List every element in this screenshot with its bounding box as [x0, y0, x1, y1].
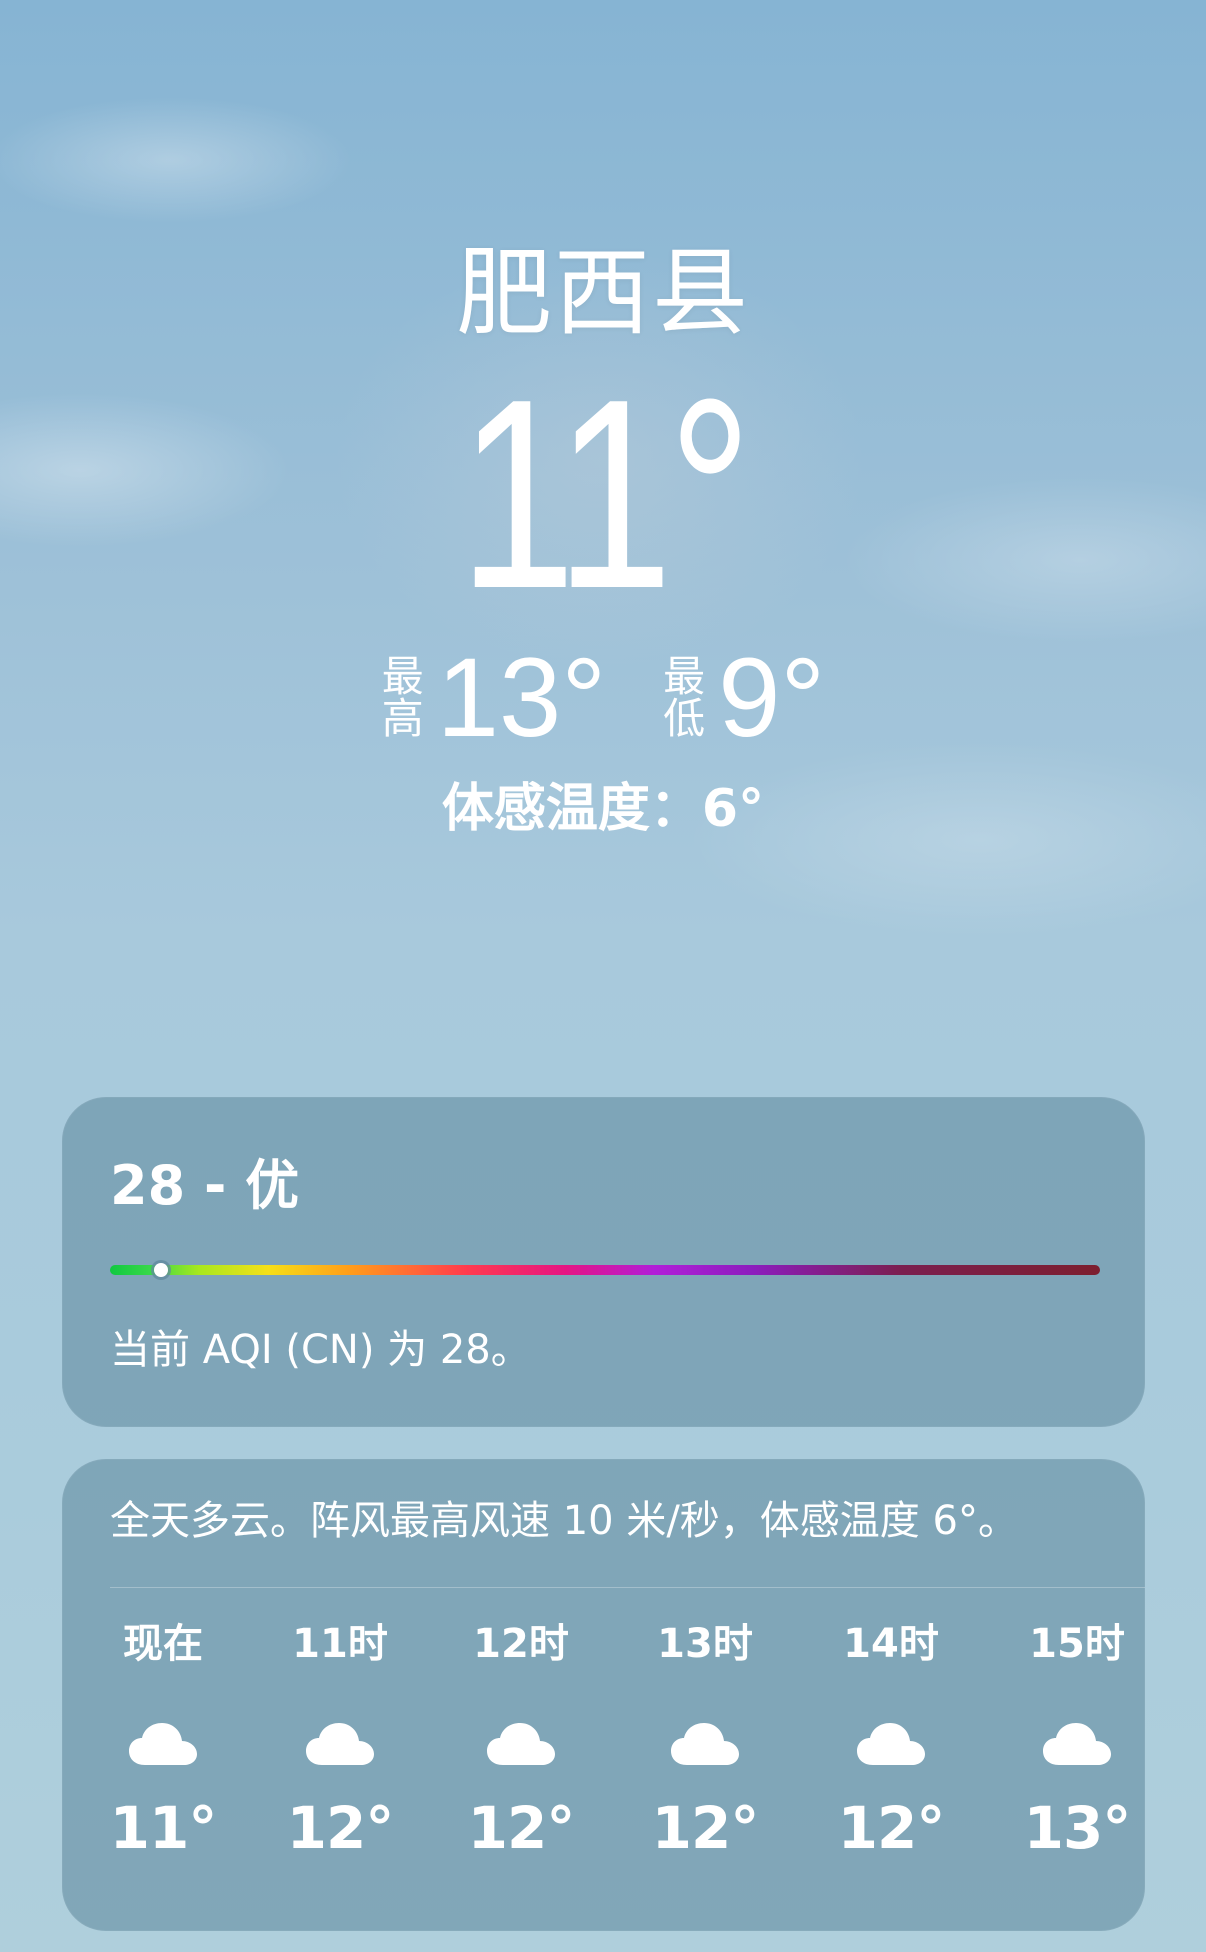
cloud-icon	[129, 1723, 197, 1765]
weather-hero: 肥西县 11° 最高 13° 最低 9° 体感温度：6°	[0, 0, 1206, 880]
low-label: 最低	[663, 651, 706, 743]
hour-item-14[interactable]: 14时 12°	[836, 1619, 946, 1909]
hour-label: 12时	[473, 1621, 569, 1667]
forecast-summary: 全天多云。阵风最高风速 10 米/秒，体感温度 6°。	[110, 1498, 1018, 1544]
aqi-description: 当前 AQI (CN) 为 28。	[110, 1327, 531, 1373]
hourly-forecast-card[interactable]: 全天多云。阵风最高风速 10 米/秒，体感温度 6°。 现在 11° 11时 1…	[62, 1459, 1145, 1931]
high-value: 13°	[436, 634, 607, 760]
aqi-scale-bar	[110, 1263, 1100, 1277]
hour-item-now[interactable]: 现在 11°	[108, 1619, 218, 1909]
low-temperature: 最低 9°	[662, 634, 826, 760]
hour-temperature: 12°	[837, 1794, 946, 1862]
cloud-icon	[857, 1723, 925, 1765]
hour-label: 11时	[292, 1621, 388, 1667]
location-name: 肥西县	[456, 237, 750, 349]
hour-item-11[interactable]: 11时 12°	[285, 1619, 395, 1909]
hour-item-15[interactable]: 15时 13°	[1022, 1619, 1132, 1909]
hour-label: 现在	[123, 1621, 203, 1667]
cloud-icon	[487, 1723, 555, 1765]
hour-item-13[interactable]: 13时 12°	[650, 1619, 760, 1909]
hour-temperature: 12°	[467, 1794, 576, 1862]
low-value: 9°	[718, 634, 826, 760]
hour-label: 13时	[657, 1621, 753, 1667]
hour-item-12[interactable]: 12时 12°	[466, 1619, 576, 1909]
hour-temperature: 11°	[109, 1794, 218, 1862]
hour-temperature: 12°	[651, 1794, 760, 1862]
hour-label: 15时	[1029, 1621, 1125, 1667]
high-low-temperatures: 最高 13° 最低 9°	[0, 640, 1206, 755]
high-label: 最高	[381, 651, 424, 743]
hour-label: 14时	[843, 1621, 939, 1667]
cloud-icon	[671, 1723, 739, 1765]
aqi-title: 28 - 优	[110, 1154, 300, 1217]
forecast-divider	[110, 1587, 1145, 1588]
high-temperature: 最高 13°	[381, 634, 607, 760]
current-temperature-value: 11°	[458, 344, 752, 645]
air-quality-card[interactable]: 28 - 优 当前 AQI (CN) 为 28。	[62, 1097, 1145, 1427]
hour-temperature: 13°	[1023, 1794, 1132, 1862]
hour-temperature: 12°	[286, 1794, 395, 1862]
aqi-level-marker	[154, 1263, 169, 1277]
cloud-icon	[306, 1723, 374, 1765]
cloud-icon	[1043, 1723, 1111, 1765]
current-temperature: 11°	[0, 360, 1206, 630]
hourly-forecast-list[interactable]: 现在 11° 11时 12° 12时 12° 13时 12° 14时 12° 1…	[108, 1619, 1132, 1919]
feels-like-temperature: 体感温度：6°	[441, 779, 765, 839]
